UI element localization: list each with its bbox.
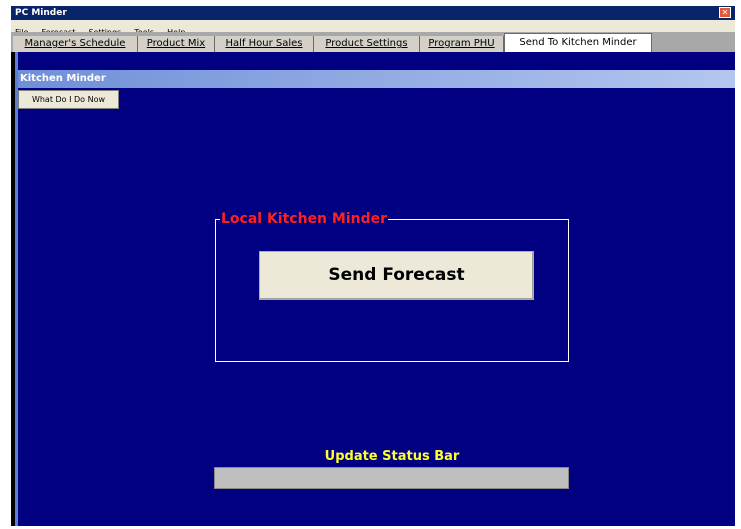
tab-send-to-kitchen-minder[interactable]: Send To Kitchen Minder xyxy=(504,33,652,52)
tab-half-hour-sales[interactable]: Half Hour Sales xyxy=(215,36,314,52)
status-label: Update Status Bar xyxy=(324,449,460,464)
menu-bar: File Forecast Settings Tools Help xyxy=(11,20,735,37)
tab-program-phu[interactable]: Program PHU xyxy=(420,36,504,52)
tab-bar: Manager's Schedule Product Mix Half Hour… xyxy=(11,32,735,52)
window-title: PC Minder xyxy=(15,8,67,18)
panel-left-border xyxy=(15,52,18,526)
kitchen-minder-panel: Kitchen Minder What Do I Do Now Local Ki… xyxy=(15,52,735,526)
local-kitchen-minder-group: Local Kitchen Minder Send Forecast xyxy=(215,211,569,362)
update-status-bar xyxy=(214,467,569,489)
send-forecast-button[interactable]: Send Forecast xyxy=(259,251,534,300)
panel-title: Kitchen Minder xyxy=(20,73,106,84)
panel-header: Kitchen Minder xyxy=(18,70,735,88)
title-bar: PC Minder ✕ xyxy=(11,6,735,20)
group-label: Local Kitchen Minder xyxy=(220,211,389,227)
tab-product-settings[interactable]: Product Settings xyxy=(314,36,420,52)
tab-product-mix[interactable]: Product Mix xyxy=(138,36,215,52)
app-window: PC Minder ✕ File Forecast Settings Tools… xyxy=(11,6,735,526)
tab-managers-schedule[interactable]: Manager's Schedule xyxy=(13,36,138,52)
close-icon[interactable]: ✕ xyxy=(719,7,731,18)
what-do-i-do-now-button[interactable]: What Do I Do Now xyxy=(18,90,119,109)
